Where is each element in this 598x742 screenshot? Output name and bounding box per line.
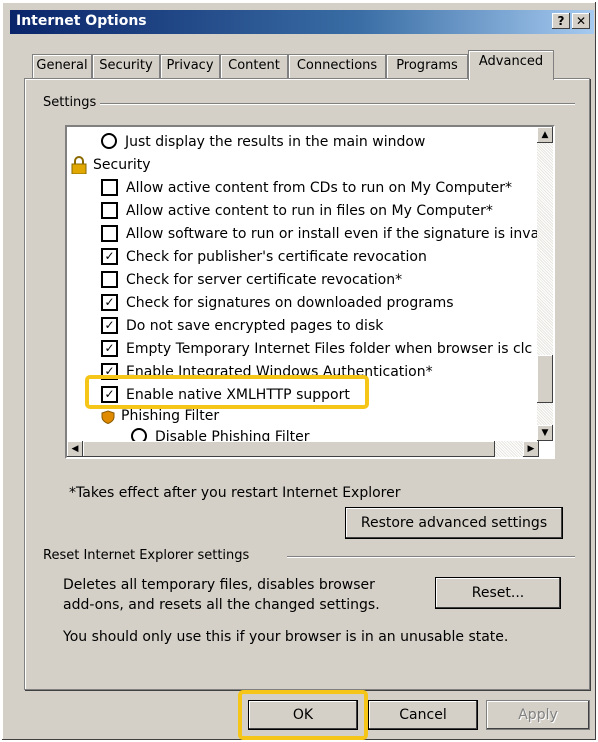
shield-icon [101,409,115,425]
help-button[interactable]: ? [552,13,570,29]
xmlhttp-highlight [85,375,369,409]
list-item[interactable]: Allow software to run or install even if… [101,223,539,246]
checkbox[interactable] [101,201,118,219]
checkbox[interactable]: ✓ [101,293,118,311]
checkbox[interactable]: ✓ [101,247,118,265]
vertical-scrollbar[interactable]: ▲ ▼ [537,127,553,441]
scroll-up-icon[interactable]: ▲ [537,127,553,143]
vertical-scroll-thumb[interactable] [537,355,553,403]
list-item[interactable]: ✓ Check for signatures on downloaded prog… [101,292,454,315]
cancel-button[interactable]: Cancel [368,700,478,730]
tab-advanced[interactable]: Advanced [468,50,554,80]
apply-button[interactable]: Apply [486,700,590,730]
scroll-right-icon[interactable]: ▶ [523,441,539,457]
tab-content[interactable]: Content [220,54,288,78]
restore-advanced-settings-button[interactable]: Restore advanced settings [345,507,563,539]
tab-privacy[interactable]: Privacy [160,54,220,78]
window-title: Internet Options [16,13,147,29]
lock-icon [71,156,87,175]
scroll-down-icon[interactable]: ▼ [537,425,553,441]
list-item[interactable]: Allow active content from CDs to run on … [101,177,512,200]
horizontal-scrollbar[interactable]: ◀ ▶ [67,441,539,457]
horizontal-scroll-thumb[interactable] [83,441,495,457]
tab-security[interactable]: Security [92,54,160,78]
close-button[interactable]: ✕ [572,13,590,29]
list-item-category: Security [71,154,151,177]
checkbox[interactable] [101,224,118,242]
internet-options-dialog: Internet Options ? ✕ General Security Pr… [2,2,596,740]
radio-icon[interactable] [101,133,117,149]
tab-connections[interactable]: Connections [288,54,386,78]
checkbox[interactable]: ✓ [101,339,118,357]
tab-programs[interactable]: Programs [386,54,468,78]
settings-group-line [95,103,575,105]
reset-group-label: Reset Internet Explorer settings [39,548,254,563]
list-item[interactable]: Allow active content to run in files on … [101,200,493,223]
settings-group-label: Settings [39,95,101,110]
advanced-panel: Settings Just display the results in the… [24,78,590,690]
title-bar[interactable]: Internet Options ? ✕ [10,10,594,34]
reset-description-line1: Deletes all temporary files, disables br… [63,577,375,593]
list-item[interactable]: Check for server certificate revocation* [101,269,402,292]
checkbox[interactable] [101,178,118,196]
list-item[interactable]: Just display the results in the main win… [101,131,425,154]
list-item[interactable]: ✓ Empty Temporary Internet Files folder w… [101,338,532,361]
checkbox[interactable] [101,270,118,288]
scroll-left-icon[interactable]: ◀ [67,441,83,457]
tab-general[interactable]: General [32,54,92,78]
reset-description-line2: add-ons, and resets all the changed sett… [63,597,380,613]
reset-warning: You should only use this if your browser… [63,629,509,645]
list-item[interactable]: ✓ Check for publisher's certificate revoc… [101,246,427,269]
reset-button[interactable]: Reset... [435,577,561,609]
restart-footnote: *Takes effect after you restart Internet… [69,485,401,501]
ok-highlight [238,690,368,740]
list-item[interactable]: ✓ Do not save encrypted pages to disk [101,315,383,338]
checkbox[interactable]: ✓ [101,316,118,334]
reset-group-line [287,556,575,558]
